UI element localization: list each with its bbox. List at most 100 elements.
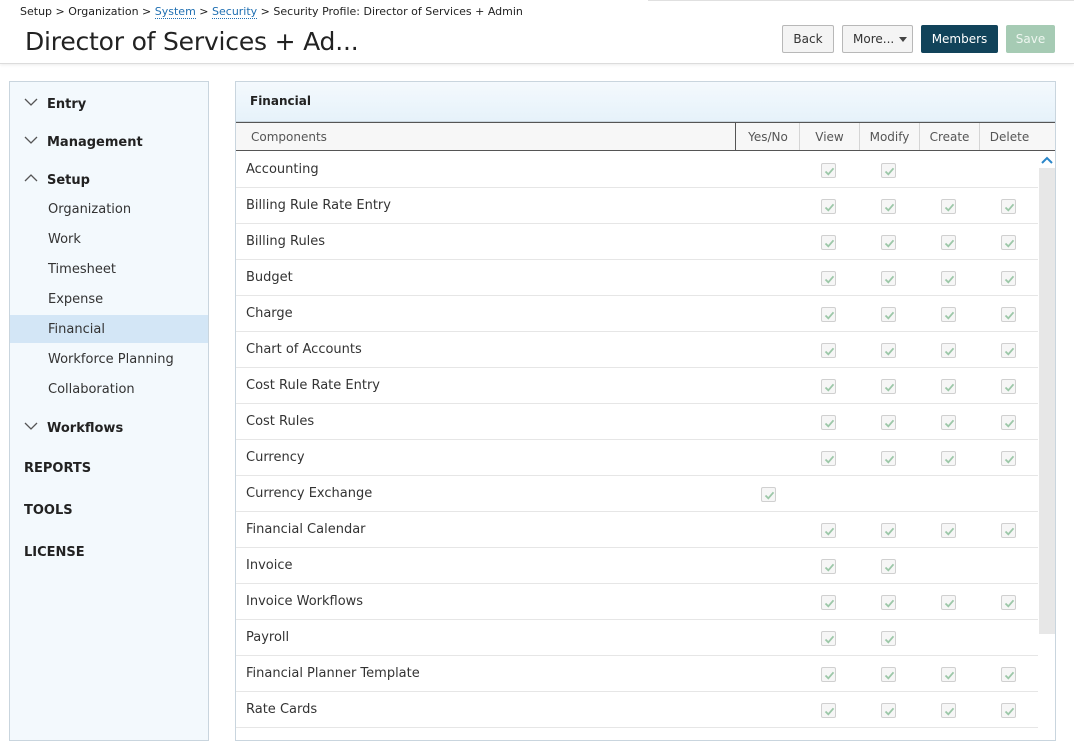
modify-checkbox[interactable] [881,379,896,394]
view-checkbox[interactable] [821,631,836,646]
financial-permissions-panel: Financial Components Yes/No View Modify … [235,81,1056,741]
view-checkbox[interactable] [821,379,836,394]
delete-checkbox[interactable] [1001,271,1016,286]
checkmark-icon [944,311,955,320]
view-checkbox[interactable] [821,271,836,286]
checkmark-icon [884,707,895,716]
delete-checkbox[interactable] [1001,595,1016,610]
create-checkbox[interactable] [941,379,956,394]
sidebar-item-workforce-planning[interactable]: Workforce Planning [10,345,208,373]
sidebar-link-tools[interactable]: TOOLS [24,503,73,518]
breadcrumb-system-link[interactable]: System [154,5,196,19]
create-checkbox[interactable] [941,199,956,214]
delete-checkbox[interactable] [1001,523,1016,538]
modify-checkbox[interactable] [881,199,896,214]
checkmark-icon [944,599,955,608]
delete-checkbox[interactable] [1001,379,1016,394]
view-checkbox[interactable] [821,235,836,250]
modify-checkbox[interactable] [881,307,896,322]
sidebar-item-collaboration[interactable]: Collaboration [10,375,208,403]
chevron-down-icon [24,422,38,430]
delete-checkbox[interactable] [1001,199,1016,214]
view-checkbox[interactable] [821,199,836,214]
modify-checkbox[interactable] [881,595,896,610]
create-checkbox[interactable] [941,235,956,250]
create-checkbox[interactable] [941,307,956,322]
checkmark-icon [884,347,895,356]
column-header-delete[interactable]: Delete [979,123,1039,150]
sidebar-item-label: Workforce Planning [48,351,174,367]
delete-checkbox[interactable] [1001,235,1016,250]
yesno-checkbox[interactable] [761,487,776,502]
view-checkbox[interactable] [821,163,836,178]
create-checkbox[interactable] [941,415,956,430]
create-checkbox[interactable] [941,271,956,286]
more-dropdown-button[interactable]: More... [842,25,913,53]
checkmark-icon [884,311,895,320]
create-checkbox[interactable] [941,703,956,718]
modify-checkbox[interactable] [881,451,896,466]
column-header-modify[interactable]: Modify [859,123,919,150]
members-button[interactable]: Members [921,25,998,53]
back-button[interactable]: Back [782,25,834,53]
sidebar-item-expense[interactable]: Expense [10,285,208,313]
delete-checkbox[interactable] [1001,667,1016,682]
modify-checkbox[interactable] [881,343,896,358]
view-checkbox[interactable] [821,595,836,610]
component-name: Cost Rules [246,414,315,429]
sidebar-section-workflows[interactable]: Workflows [10,416,208,440]
sidebar-item-organization[interactable]: Organization [10,195,208,223]
checkmark-icon [824,599,835,608]
view-checkbox[interactable] [821,559,836,574]
modify-checkbox[interactable] [881,667,896,682]
create-checkbox[interactable] [941,451,956,466]
create-checkbox[interactable] [941,523,956,538]
modify-checkbox[interactable] [881,271,896,286]
view-checkbox[interactable] [821,703,836,718]
modify-checkbox[interactable] [881,559,896,574]
sidebar-item-label: Financial [48,321,105,337]
modify-checkbox[interactable] [881,235,896,250]
scroll-up-icon[interactable] [1040,154,1054,166]
view-checkbox[interactable] [821,415,836,430]
delete-checkbox[interactable] [1001,415,1016,430]
delete-checkbox[interactable] [1001,451,1016,466]
checkmark-icon [884,383,895,392]
delete-checkbox[interactable] [1001,307,1016,322]
save-button[interactable]: Save [1006,25,1055,53]
modify-checkbox[interactable] [881,631,896,646]
component-name: Financial Planner Template [246,666,420,681]
component-name: Billing Rule Rate Entry [246,198,391,213]
sidebar-section-management[interactable]: Management [10,130,208,154]
checkmark-icon [824,635,835,644]
sidebar-section-entry[interactable]: Entry [10,92,208,116]
column-header-components[interactable]: Components [236,123,736,150]
create-checkbox[interactable] [941,595,956,610]
sidebar-link-license[interactable]: LICENSE [24,545,85,560]
create-checkbox[interactable] [941,667,956,682]
view-checkbox[interactable] [821,667,836,682]
delete-checkbox[interactable] [1001,343,1016,358]
sidebar-link-reports[interactable]: REPORTS [24,461,91,476]
sidebar-item-financial[interactable]: Financial [10,315,208,343]
view-checkbox[interactable] [821,343,836,358]
modify-checkbox[interactable] [881,523,896,538]
view-checkbox[interactable] [821,451,836,466]
scrollbar-thumb[interactable] [1039,168,1055,634]
view-checkbox[interactable] [821,523,836,538]
modify-checkbox[interactable] [881,163,896,178]
checkmark-icon [824,347,835,356]
checkmark-icon [944,383,955,392]
breadcrumb-security-link[interactable]: Security [212,5,258,19]
view-checkbox[interactable] [821,307,836,322]
column-header-create[interactable]: Create [919,123,979,150]
column-header-view[interactable]: View [799,123,859,150]
modify-checkbox[interactable] [881,415,896,430]
sidebar-item-timesheet[interactable]: Timesheet [10,255,208,283]
column-header-yes-no[interactable]: Yes/No [737,123,799,150]
create-checkbox[interactable] [941,343,956,358]
sidebar-item-work[interactable]: Work [10,225,208,253]
sidebar-section-setup[interactable]: Setup [10,168,208,192]
delete-checkbox[interactable] [1001,703,1016,718]
modify-checkbox[interactable] [881,703,896,718]
